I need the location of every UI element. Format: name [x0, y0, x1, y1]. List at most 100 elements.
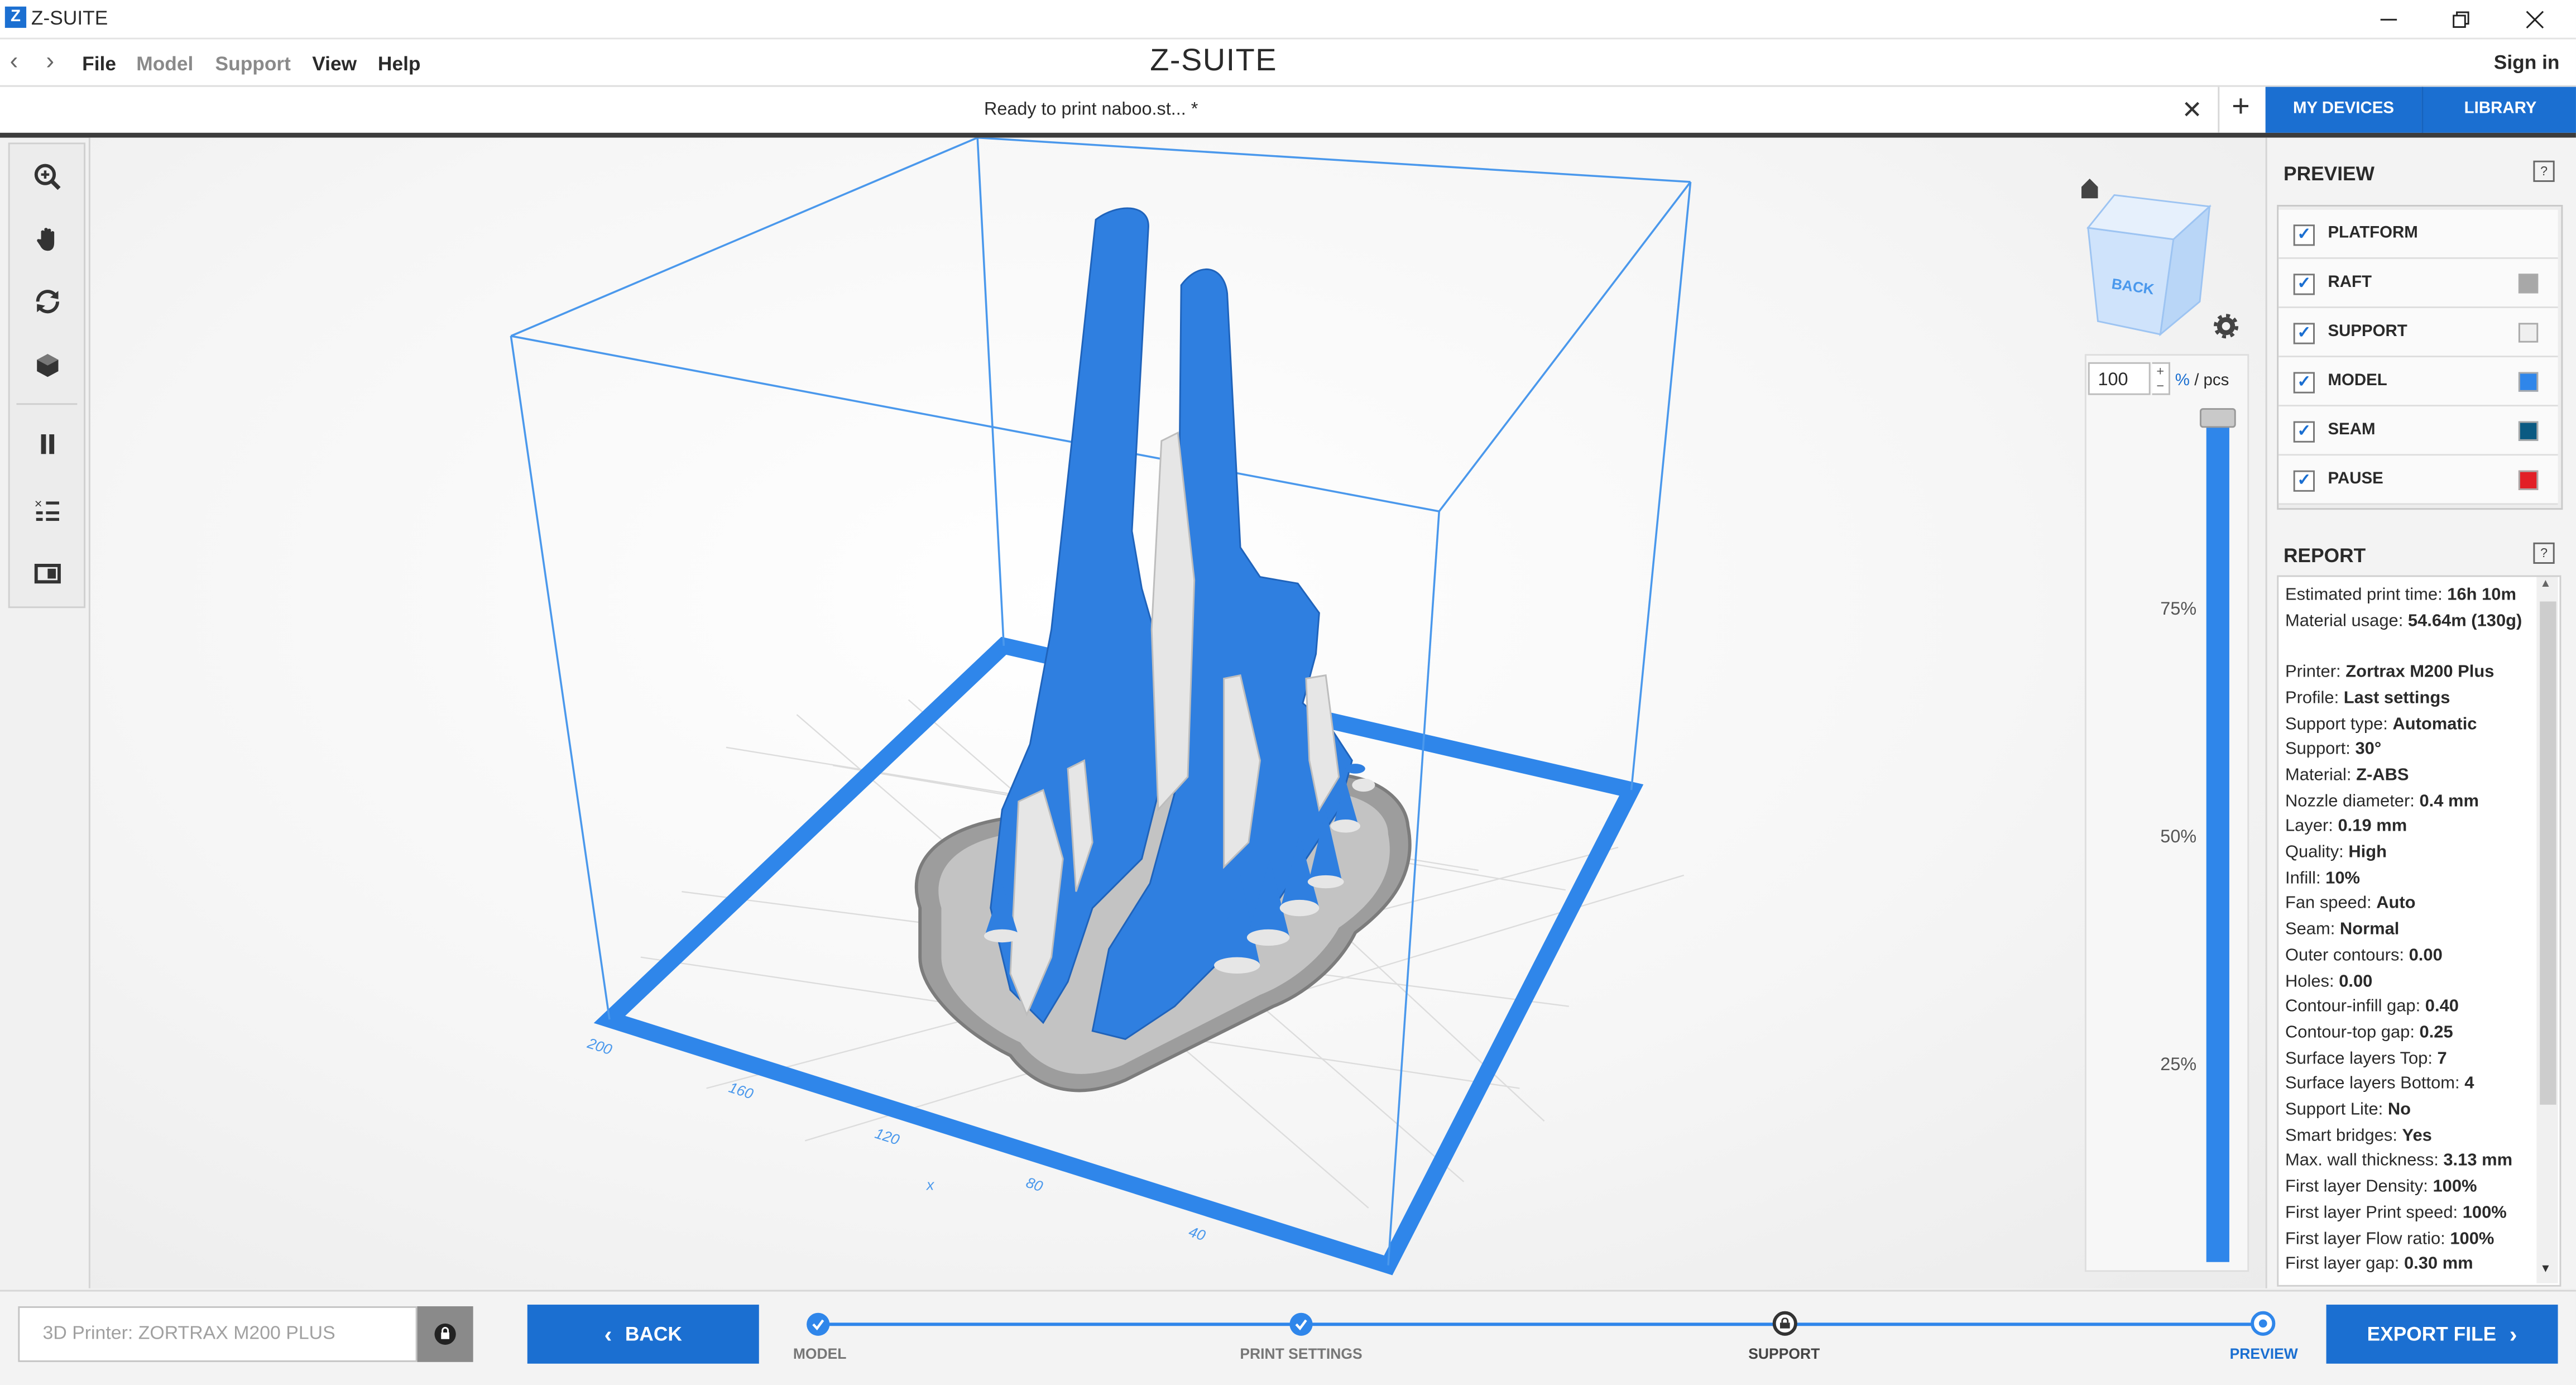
report-line: Contour-top gap: 0.25 — [2285, 1023, 2453, 1042]
export-file-button[interactable]: EXPORT FILE › — [2326, 1305, 2558, 1364]
rotate-tool-button[interactable] — [10, 274, 84, 329]
report-line: Holes: 0.00 — [2285, 971, 2372, 991]
layer-settings-tool-button[interactable]: × — [10, 482, 84, 538]
chevron-right-icon: › — [2509, 1321, 2517, 1348]
step-label-support: SUPPORT — [1748, 1345, 1820, 1362]
report-line: Support: 30° — [2285, 740, 2381, 759]
report-key: Support: — [2285, 739, 2356, 759]
zoom-tool-button[interactable] — [10, 149, 84, 205]
pcs-unit[interactable]: / pcs — [2194, 372, 2229, 390]
axis-label-80: 80 — [1024, 1174, 1045, 1195]
report-help-icon[interactable]: ? — [2533, 542, 2555, 564]
menu-help[interactable]: Help — [378, 52, 421, 75]
color-swatch-pause[interactable] — [2518, 470, 2539, 490]
3d-viewport[interactable]: 200 160 120 x 80 40 BACK — [88, 137, 2266, 1288]
slider-tick-25: 25% — [2160, 1055, 2197, 1076]
report-line: Infill: 10% — [2285, 868, 2360, 888]
view-tool-button[interactable] — [10, 338, 84, 394]
color-swatch-raft[interactable] — [2518, 274, 2539, 294]
view-cube[interactable]: BACK — [2081, 179, 2239, 339]
preview-layer-platform[interactable]: ✓ PLATFORM — [2278, 209, 2558, 259]
report-line: Quality: High — [2285, 842, 2387, 862]
checkbox-pause[interactable]: ✓ — [2293, 470, 2315, 492]
menu-support[interactable]: Support — [215, 52, 291, 75]
preview-layer-seam[interactable]: ✓ SEAM — [2278, 406, 2558, 456]
step-model-check[interactable] — [807, 1312, 830, 1336]
preview-layer-label: SUPPORT — [2328, 323, 2407, 341]
add-tab-button[interactable]: + — [2218, 87, 2262, 133]
sign-in-link[interactable]: Sign in — [2494, 51, 2560, 74]
build-volume-scene[interactable]: 200 160 120 x 80 40 BACK — [90, 137, 2266, 1288]
scroll-down-icon[interactable]: ▼ — [2540, 1264, 2551, 1276]
minimize-button[interactable] — [2351, 0, 2426, 38]
menu-view[interactable]: View — [312, 52, 357, 75]
scroll-up-icon[interactable]: ▲ — [2540, 578, 2551, 590]
printer-lock-button[interactable] — [417, 1306, 473, 1362]
lock-icon — [434, 1323, 456, 1345]
report-scrollbar-thumb[interactable] — [2540, 601, 2556, 1105]
report-line: Nozzle diameter: 0.4 mm — [2285, 791, 2479, 811]
slider-tick-50: 50% — [2160, 827, 2197, 847]
preview-layer-model[interactable]: ✓ MODEL — [2278, 357, 2558, 407]
toggle-view-tool-button[interactable] — [10, 546, 84, 602]
pan-tool-button[interactable] — [10, 212, 84, 267]
step-print-settings-check[interactable] — [1289, 1312, 1313, 1336]
color-swatch-model[interactable] — [2518, 372, 2539, 392]
preview-help-icon[interactable]: ? — [2533, 160, 2555, 182]
slider-tick-75: 75% — [2160, 600, 2197, 620]
tab-my-devices[interactable]: MY DEVICES — [2265, 87, 2422, 133]
report-line: Seam: Normal — [2285, 919, 2399, 939]
checkbox-support[interactable]: ✓ — [2293, 323, 2315, 344]
layer-stepper[interactable]: + − — [2152, 362, 2170, 395]
report-key: Infill: — [2285, 868, 2326, 888]
report-key: Contour-top gap: — [2285, 1022, 2420, 1042]
restore-button[interactable] — [2423, 0, 2498, 38]
preview-layer-support[interactable]: ✓ SUPPORT — [2278, 308, 2558, 358]
home-icon[interactable] — [2081, 179, 2098, 199]
forward-arrow-icon[interactable]: › — [46, 47, 54, 75]
checkbox-platform[interactable]: ✓ — [2293, 224, 2315, 246]
brand-logo: Z-SUITE — [1150, 44, 1278, 79]
report-value: 30° — [2355, 739, 2382, 759]
close-icon — [2526, 10, 2544, 28]
back-arrow-icon[interactable]: ‹ — [10, 47, 18, 75]
preview-layer-pause[interactable]: ✓ PAUSE — [2278, 456, 2558, 505]
chevron-left-icon: ‹ — [604, 1321, 612, 1348]
report-value: 4 — [2464, 1074, 2474, 1094]
report-line: Outer contours: 0.00 — [2285, 945, 2443, 965]
report-value: 0.00 — [2409, 945, 2443, 965]
report-key: First layer gap: — [2285, 1254, 2404, 1274]
report-line: Material usage: 54.64m (130g) — [2285, 611, 2522, 630]
project-tab[interactable]: Ready to print naboo.st... * — [984, 100, 1198, 119]
close-window-button[interactable] — [2497, 0, 2573, 38]
report-value: Z-ABS — [2356, 765, 2409, 785]
report-value: Yes — [2402, 1125, 2432, 1146]
layer-percent-input[interactable]: 100 — [2088, 362, 2151, 395]
project-tab-bar: Ready to print naboo.st... * ✕ + — [0, 87, 2576, 138]
tab-library[interactable]: LIBRARY — [2421, 87, 2576, 133]
step-preview-current[interactable] — [2251, 1311, 2276, 1336]
step-label-model: MODEL — [793, 1345, 847, 1362]
gear-icon[interactable] — [2213, 314, 2239, 339]
percent-unit[interactable]: % — [2175, 372, 2190, 390]
checkbox-raft[interactable]: ✓ — [2293, 274, 2315, 295]
left-toolbar: × — [8, 142, 86, 608]
printer-selector-field[interactable]: 3D Printer: ZORTRAX M200 PLUS — [18, 1306, 418, 1362]
pause-tool-button[interactable] — [10, 416, 84, 472]
layer-slider-handle[interactable] — [2199, 408, 2236, 428]
report-value: 0.25 — [2419, 1022, 2453, 1042]
checkbox-model[interactable]: ✓ — [2293, 372, 2315, 394]
toolbar-divider — [16, 403, 78, 405]
report-key: Support Lite: — [2285, 1100, 2388, 1120]
step-support-lock[interactable] — [1772, 1311, 1797, 1336]
close-tab-icon[interactable]: ✕ — [2182, 95, 2203, 124]
color-swatch-seam[interactable] — [2518, 421, 2539, 441]
menu-model[interactable]: Model — [136, 52, 193, 75]
layer-slider-track[interactable] — [2206, 413, 2229, 1262]
color-swatch-support[interactable] — [2518, 323, 2539, 343]
preview-layer-raft[interactable]: ✓ RAFT — [2278, 258, 2558, 308]
report-key: Surface layers Top: — [2285, 1048, 2438, 1068]
restore-icon — [2453, 11, 2469, 27]
menu-file[interactable]: File — [82, 52, 116, 75]
checkbox-seam[interactable]: ✓ — [2293, 421, 2315, 443]
